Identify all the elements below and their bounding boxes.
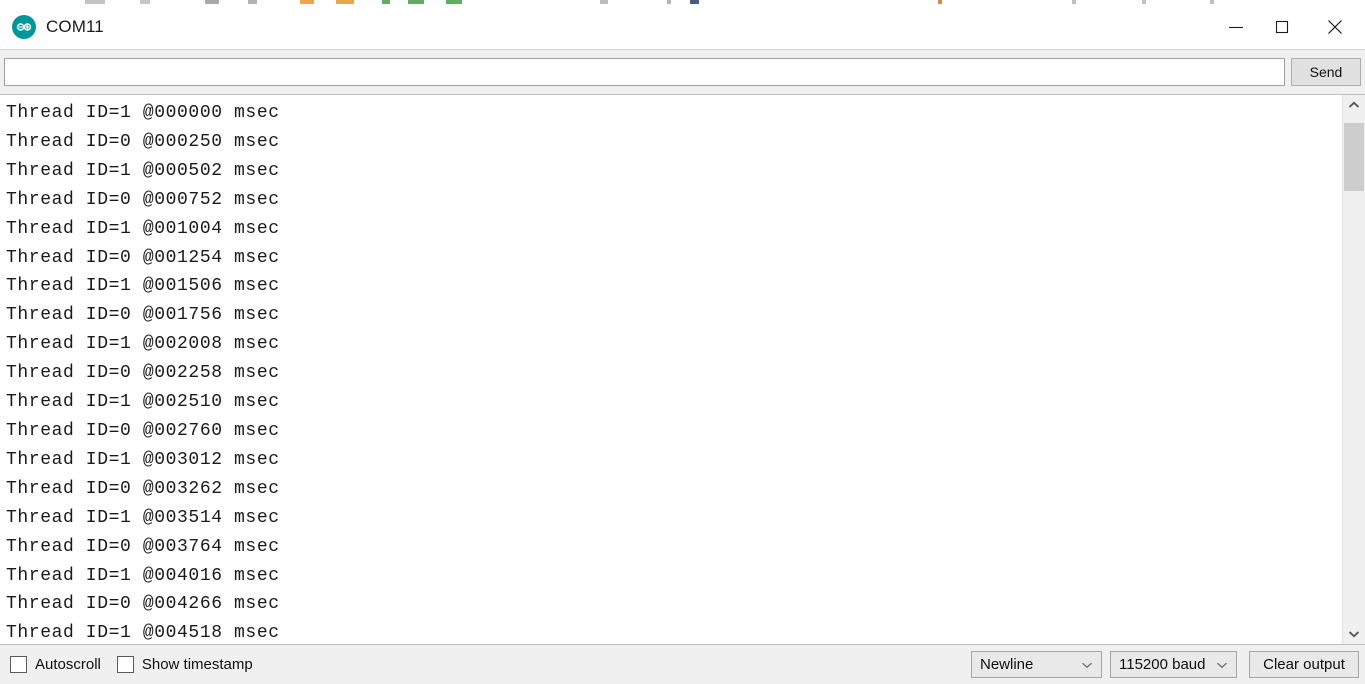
send-input[interactable] (4, 58, 1285, 86)
log-line: Thread ID=0 @001756 msec (6, 305, 280, 326)
window-controls (1213, 5, 1365, 49)
scrollbar-track[interactable] (1343, 115, 1365, 624)
log-line: Thread ID=1 @004016 msec (6, 565, 280, 586)
send-row: Send (0, 49, 1365, 94)
autoscroll-checkbox-group[interactable]: Autoscroll (10, 656, 101, 673)
log-line: Thread ID=1 @000000 msec (6, 103, 280, 123)
chevron-down-icon[interactable] (1343, 624, 1365, 644)
window-title: COM11 (46, 17, 104, 36)
log-line: Thread ID=1 @002008 msec (6, 334, 280, 355)
autoscroll-checkbox[interactable] (10, 656, 27, 673)
log-line: Thread ID=1 @002510 msec (6, 392, 280, 413)
serial-monitor-window: COM11 Send Thread ID=1 @000000 msec Thre… (0, 0, 1365, 684)
arduino-logo-icon (12, 15, 36, 39)
clear-output-button[interactable]: Clear output (1249, 651, 1359, 678)
status-bar: Autoscroll Show timestamp Newline 115200… (0, 645, 1365, 684)
scrollbar-thumb[interactable] (1344, 123, 1364, 191)
title-bar: COM11 (0, 5, 1365, 49)
log-line: Thread ID=0 @003262 msec (6, 478, 280, 499)
log-line: Thread ID=1 @001506 msec (6, 276, 280, 297)
baud-rate-value: 115200 baud (1119, 656, 1206, 673)
log-line: Thread ID=0 @001254 msec (6, 247, 280, 268)
console-area: Thread ID=1 @000000 msec Thread ID=0 @000… (0, 94, 1365, 645)
chevron-up-icon[interactable] (1343, 95, 1365, 115)
show-timestamp-checkbox-group[interactable]: Show timestamp (116, 656, 253, 673)
log-line: Thread ID=0 @002258 msec (6, 363, 280, 384)
console-scrollbar[interactable] (1342, 95, 1365, 644)
log-line: Thread ID=1 @003514 msec (6, 507, 280, 528)
show-timestamp-label: Show timestamp (141, 656, 253, 673)
log-line: Thread ID=0 @002760 msec (6, 420, 280, 441)
log-line: Thread ID=1 @004518 msec (6, 623, 280, 644)
log-line: Thread ID=0 @000250 msec (6, 131, 280, 152)
log-line: Thread ID=0 @004266 msec (6, 594, 280, 615)
serial-output-log[interactable]: Thread ID=1 @000000 msec Thread ID=0 @000… (0, 95, 1342, 644)
close-icon[interactable] (1305, 5, 1365, 49)
show-timestamp-checkbox[interactable] (116, 656, 134, 673)
baud-rate-select[interactable]: 115200 baud (1110, 651, 1237, 678)
log-line: Thread ID=1 @003012 msec (6, 449, 280, 470)
minimize-icon[interactable] (1213, 5, 1259, 49)
chevron-down-icon (1081, 661, 1093, 669)
send-button[interactable]: Send (1291, 58, 1361, 86)
log-line: Thread ID=0 @000752 msec (6, 189, 280, 210)
title-bar-left: COM11 (0, 15, 104, 39)
line-ending-select[interactable]: Newline (971, 651, 1102, 678)
log-line: Thread ID=1 @001004 msec (6, 218, 280, 239)
autoscroll-label: Autoscroll (35, 656, 101, 673)
line-ending-value: Newline (980, 656, 1034, 673)
log-line: Thread ID=1 @000502 msec (6, 160, 280, 181)
log-line: Thread ID=0 @003764 msec (6, 536, 280, 557)
maximize-icon[interactable] (1259, 5, 1305, 49)
chevron-down-icon (1216, 661, 1228, 669)
